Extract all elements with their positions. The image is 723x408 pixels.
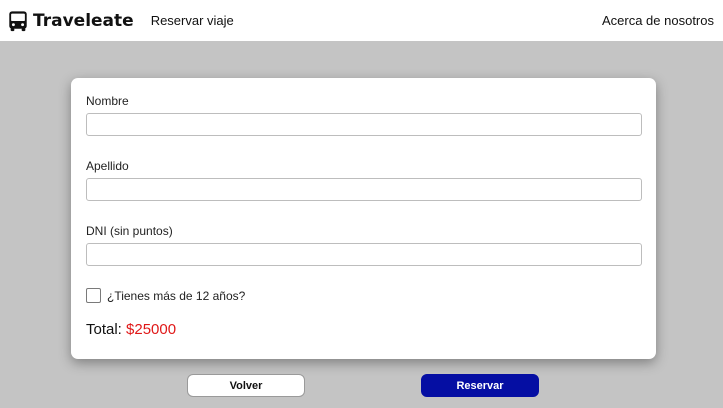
dni-input[interactable] bbox=[86, 243, 642, 266]
reservation-form-card: Nombre Apellido DNI (sin puntos) ¿Tienes… bbox=[71, 78, 656, 359]
nombre-input[interactable] bbox=[86, 113, 642, 136]
brand[interactable]: Traveleate bbox=[7, 10, 134, 32]
total-label: Total: bbox=[86, 321, 122, 338]
age-check-row[interactable]: ¿Tienes más de 12 años? bbox=[86, 288, 245, 303]
nav-link-acerca-de-nosotros[interactable]: Acerca de nosotros bbox=[602, 13, 714, 28]
apellido-input[interactable] bbox=[86, 178, 642, 201]
total: Total: $25000 bbox=[86, 321, 176, 338]
apellido-label: Apellido bbox=[86, 159, 129, 173]
brand-name: Traveleate bbox=[33, 10, 134, 31]
age-checkbox-label: ¿Tienes más de 12 años? bbox=[107, 288, 246, 303]
age-checkbox[interactable] bbox=[86, 288, 101, 303]
nombre-label: Nombre bbox=[86, 94, 129, 108]
dni-label: DNI (sin puntos) bbox=[86, 224, 173, 238]
bus-icon bbox=[9, 10, 27, 31]
back-button[interactable]: Volver bbox=[187, 374, 305, 397]
navbar: Traveleate Reservar viaje Acerca de noso… bbox=[0, 0, 723, 41]
nav-link-reservar-viaje[interactable]: Reservar viaje bbox=[151, 13, 234, 28]
total-amount: $25000 bbox=[126, 321, 177, 338]
reserve-button[interactable]: Reservar bbox=[421, 374, 539, 397]
